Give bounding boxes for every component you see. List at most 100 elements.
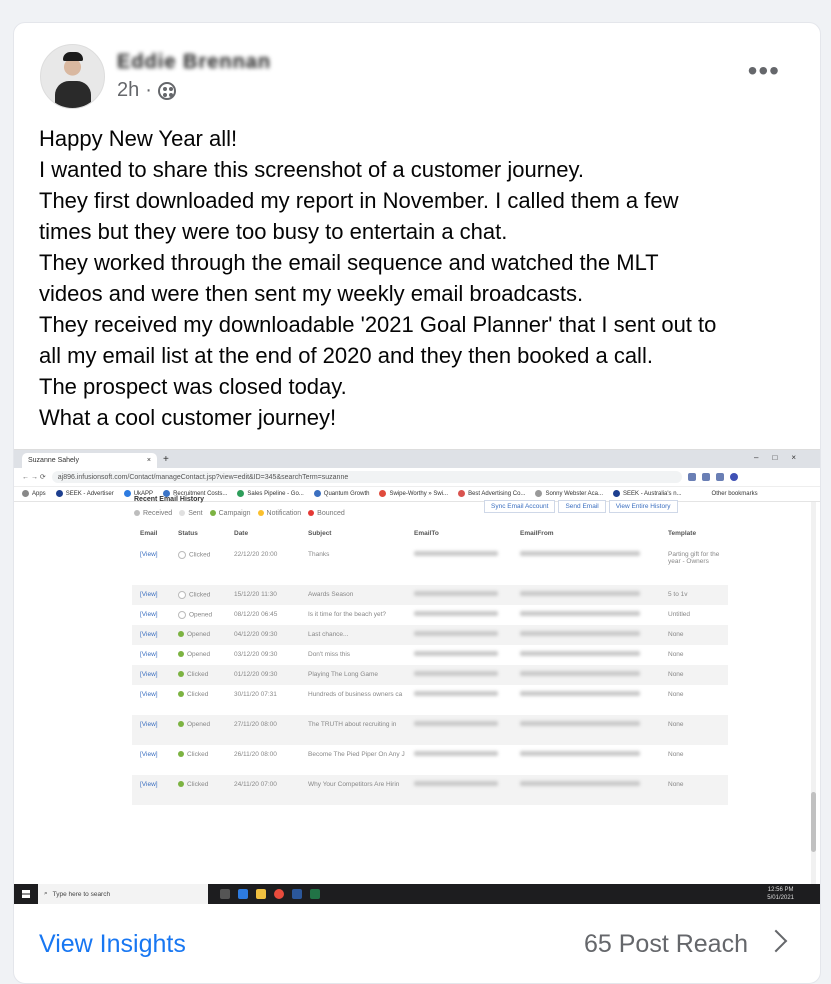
task-view-icon[interactable] [220, 889, 230, 899]
email-to-cell [406, 625, 512, 645]
browser-tab[interactable]: Suzanne Sahely × [22, 453, 157, 468]
more-options-button[interactable]: ••• [748, 57, 780, 85]
post-text: Happy New Year all! I wanted to share thi… [39, 123, 799, 433]
section-title: Recent Email History [134, 496, 205, 503]
view-link[interactable]: [View] [132, 545, 170, 585]
excel-icon[interactable] [310, 889, 320, 899]
view-link[interactable]: [View] [132, 585, 170, 605]
date-cell: 24/11/20 07:00 [226, 775, 300, 805]
post-reach[interactable]: 65 Post Reach [584, 930, 748, 959]
extension-icon[interactable] [687, 473, 696, 481]
bookmark-item[interactable]: Sonny Webster Aca... [535, 490, 603, 498]
new-tab-icon[interactable]: + [163, 454, 169, 465]
subject-cell: Is it time for the beach yet? [308, 611, 387, 618]
table-row: [View] Clicked 24/11/20 07:00 Why Your Comp… [132, 775, 728, 805]
redacted-email [520, 611, 640, 616]
email-to-cell [406, 745, 512, 775]
taskbar-search[interactable]: ⌕ Type here to search [38, 884, 208, 904]
other-bookmarks[interactable]: Other bookmarks [712, 491, 758, 497]
subject-cell: The TRUTH about recruiting in [300, 715, 406, 745]
email-to-cell [406, 685, 512, 715]
post-text-line: They worked through the email sequence a… [39, 250, 659, 275]
view-link[interactable]: [View] [132, 645, 170, 665]
redacted-email [520, 651, 640, 656]
template-cell: None [660, 775, 728, 805]
view-history-button[interactable]: View Entire History [608, 500, 678, 513]
view-link[interactable]: [View] [132, 715, 170, 745]
post-text-line: I wanted to share this screenshot of a c… [39, 157, 584, 182]
chrome-icon[interactable] [274, 889, 284, 899]
subject-cell: Last chance... [300, 625, 406, 645]
extension-icon[interactable] [701, 473, 710, 481]
bookmark-icon [123, 490, 131, 498]
taskbar-apps [220, 889, 320, 899]
bookmark-item[interactable]: Apps [22, 490, 46, 498]
view-link[interactable]: [View] [132, 685, 170, 715]
legend-item: Campaign [209, 510, 251, 517]
redacted-email [414, 551, 498, 556]
nav-arrows-icon[interactable]: ← → ⟳ [22, 473, 46, 481]
status-cell: Opened [170, 625, 226, 645]
bookmark-item[interactable]: Quantum Growth [313, 490, 369, 498]
word-icon[interactable] [292, 889, 302, 899]
audience-icon[interactable] [157, 81, 176, 100]
view-insights-link[interactable]: View Insights [39, 930, 186, 959]
status-dot-icon [178, 781, 184, 788]
redacted-email [414, 691, 498, 696]
avatar[interactable] [40, 44, 105, 109]
post-text-line: They first downloaded my report in Novem… [39, 188, 679, 213]
url-field[interactable]: aj896.infusionsoft.com/Contact/manageCon… [51, 471, 682, 483]
post-time[interactable]: 2h [117, 79, 139, 102]
column-header: Email [140, 530, 158, 537]
bookmark-label: SEEK - Australia's n... [623, 491, 682, 498]
post-text-line: What a cool customer journey! [39, 405, 337, 430]
status-label: Clicked [187, 751, 209, 758]
status-dot-icon [178, 691, 184, 698]
scrollbar-thumb[interactable] [811, 792, 816, 852]
legend-label: Campaign [218, 510, 251, 517]
taskbar-clock[interactable]: 12:56 PM 5/01/2021 [767, 886, 794, 902]
view-link[interactable]: [View] [132, 775, 170, 805]
status-cell: Opened [170, 605, 226, 625]
send-email-button[interactable]: Send Email [558, 500, 606, 513]
bookmark-item[interactable]: SEEK - Advertiser [55, 490, 114, 498]
view-link[interactable]: [View] [132, 625, 170, 645]
file-explorer-icon[interactable] [256, 889, 266, 899]
bookmark-item[interactable]: Sales Pipeline - Go... [237, 490, 304, 498]
windows-start-icon[interactable] [22, 890, 30, 898]
date-cell: 03/12/20 09:30 [234, 651, 278, 658]
status-dot-icon [178, 611, 186, 619]
view-link[interactable]: [View] [132, 605, 170, 625]
legend-dot-icon [308, 510, 315, 517]
bookmark-item[interactable]: SEEK - Australia's n... [613, 490, 682, 498]
edge-icon[interactable] [238, 889, 248, 899]
status-cell: Opened [170, 645, 226, 665]
bookmark-icon [55, 490, 63, 498]
scrollbar[interactable] [811, 502, 816, 887]
author-name[interactable]: Eddie Brennan [117, 51, 271, 73]
email-from-cell [512, 585, 660, 605]
sync-email-button[interactable]: Sync Email Account [484, 500, 556, 513]
extension-icon[interactable] [715, 473, 724, 481]
avatar-suit [55, 81, 91, 108]
legend-label: Sent [188, 510, 203, 517]
email-to-cell [406, 665, 512, 685]
window-controls[interactable]: –□× [754, 453, 810, 462]
bookmark-item[interactable]: Best Advertising Co... [458, 490, 525, 498]
chevron-right-icon[interactable] [764, 929, 788, 953]
bookmark-label: SEEK - Advertiser [65, 491, 114, 498]
table-row: [View] Clicked 30/11/20 07:31 Hundreds of b… [132, 685, 728, 715]
post-text-line: The prospect was closed today. [39, 374, 347, 399]
email-history-table: Email Status Date Subject EmailTo EmailFrom Te… [132, 528, 728, 805]
status-cell: Opened [170, 715, 226, 745]
post-image[interactable]: Suzanne Sahely × + –□× ← → ⟳ aj896.infus… [14, 449, 820, 904]
status-dot-icon [178, 671, 184, 678]
tab-close-icon[interactable]: × [147, 457, 151, 464]
view-link[interactable]: [View] [132, 745, 170, 775]
bookmark-item[interactable]: Swipe-Worthy » Swi... [379, 490, 448, 498]
column-header: Subject [308, 530, 332, 537]
view-link[interactable]: [View] [132, 665, 170, 685]
subject-cell: Playing The Long Game [300, 665, 406, 685]
redacted-email [414, 611, 498, 616]
profile-icon[interactable] [729, 473, 738, 481]
